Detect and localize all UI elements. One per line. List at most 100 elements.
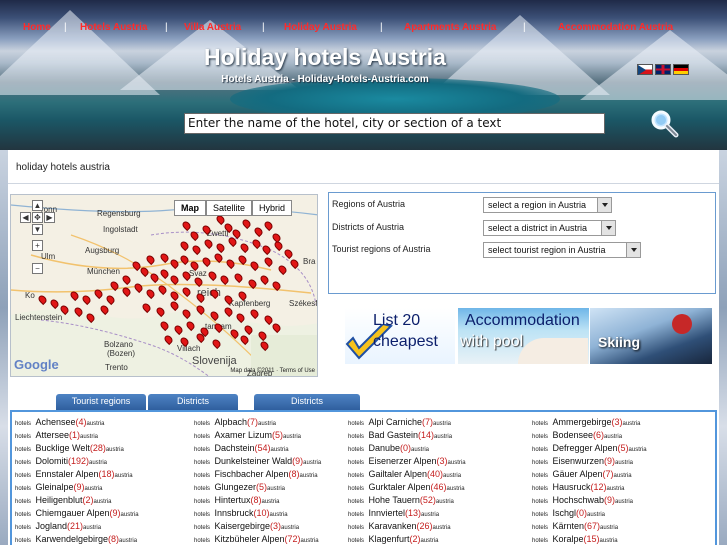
map-label: Ulm xyxy=(41,252,56,261)
list-item-name: Fischbacher Alpen xyxy=(214,469,289,479)
skiing-banner[interactable]: Skiing xyxy=(590,308,712,364)
zoom-out-icon[interactable]: − xyxy=(32,263,43,274)
pan-right-icon[interactable]: ▶ xyxy=(44,212,55,223)
tourist-regions-label: Tourist regions of Austria xyxy=(332,244,431,254)
tab-districts[interactable]: Districts xyxy=(148,394,238,410)
nav-home[interactable]: Home xyxy=(23,22,51,33)
list-item-suffix: austria xyxy=(300,538,319,544)
map-widget[interactable]: Regensburg Ingolstadt Augsburg München U… xyxy=(10,194,318,377)
list-item-name: Gleinalpe xyxy=(35,482,74,492)
nav-accommodation-austria[interactable]: Accommodation Austria xyxy=(558,22,673,33)
list-item-name: Attersee xyxy=(35,430,69,440)
list-item-prefix: hotels xyxy=(348,538,365,544)
list-item-count: (5) xyxy=(617,443,629,453)
list-item-name: Innviertel xyxy=(368,508,405,518)
nav-separator: | xyxy=(262,21,265,33)
breadcrumb: holiday hotels austria xyxy=(16,162,110,173)
nav-hotels-austria[interactable]: Hotels Austria xyxy=(80,22,147,33)
region-select[interactable]: select a region in Austria xyxy=(483,197,612,213)
nav-holiday-austria[interactable]: Holiday Austria xyxy=(284,22,357,33)
list-item-count: (8) xyxy=(250,495,262,505)
list-item[interactable]: hotels Koralpe(15)austria xyxy=(532,531,647,544)
zoom-in-icon[interactable]: + xyxy=(32,240,43,251)
list-item-name: Kärnten xyxy=(552,521,584,531)
districts-label: Districts of Austria xyxy=(332,222,405,232)
list-item-count: (3) xyxy=(436,456,448,466)
map-type-map-button[interactable]: Map xyxy=(174,200,206,216)
list-item-count: (13) xyxy=(405,508,422,518)
map-label: Bra xyxy=(303,257,316,266)
list-item[interactable]: hotels Kitzbüheler Alpen(72)austria xyxy=(194,531,321,544)
list-item-name: Hausruck xyxy=(552,482,591,492)
list-item-name: Koralpe xyxy=(552,534,584,544)
map-type-hybrid-button[interactable]: Hybrid xyxy=(252,200,293,216)
map-label: Bolzano xyxy=(104,340,133,349)
page-subtitle: Hotels Austria - Holiday-Hotels-Austria.… xyxy=(221,74,429,85)
chevron-down-icon xyxy=(606,226,612,230)
list-item-name: Kaisergebirge xyxy=(214,521,271,531)
pan-down-icon[interactable]: ▼ xyxy=(32,224,43,235)
list-item-count: (0) xyxy=(400,443,411,453)
czech-flag-icon[interactable] xyxy=(637,64,653,75)
list-item-count: (9) xyxy=(292,456,304,466)
list-item-name: Bad Gastein xyxy=(368,430,418,440)
list-item-count: (28) xyxy=(89,443,106,453)
list-item-count: (26) xyxy=(416,521,433,531)
map-type-switcher: Map Satellite Hybrid xyxy=(174,200,293,216)
list-item[interactable]: hotels Klagenfurt(2)austria xyxy=(348,531,466,544)
main-content: holiday hotels austria Regensburg Ingols… xyxy=(8,150,719,545)
pool-banner[interactable]: Accommodation with pool xyxy=(458,308,589,364)
search-input[interactable]: Enter the name of the hotel, city or sec… xyxy=(184,113,605,134)
list-item-count: (7) xyxy=(422,417,433,427)
pan-center-icon[interactable]: ✥ xyxy=(32,212,43,223)
list-item-name: Innsbruck xyxy=(214,508,254,518)
list-item-prefix: hotels xyxy=(532,538,549,544)
skiing-banner-label: Skiing xyxy=(598,334,641,350)
list-item-suffix: austria xyxy=(622,421,641,427)
list-item-suffix: austria xyxy=(114,473,133,479)
list-item-count: (8) xyxy=(288,469,300,479)
map-label: Slovenija xyxy=(192,355,237,367)
list-item-count: (10) xyxy=(253,508,270,518)
tab-tourist-regions[interactable]: Tourist regions xyxy=(56,394,146,410)
nav-apartments-austria[interactable]: Apartments Austria xyxy=(404,22,496,33)
magnifier-icon[interactable] xyxy=(648,107,680,139)
site-header: Home | Hotels Austria | Villa Austria | … xyxy=(0,0,727,150)
list-item-prefix: hotels xyxy=(194,538,211,544)
list-item-count: (2) xyxy=(409,534,421,544)
tourist-region-select[interactable]: select tourist region in Austria xyxy=(483,242,641,258)
nav-villa-austria[interactable]: Villa Austria xyxy=(184,22,241,33)
uk-flag-icon[interactable] xyxy=(655,64,671,75)
list-item-suffix: austria xyxy=(434,434,453,440)
regions-label: Regions of Austria xyxy=(332,199,406,209)
tab-bar: Tourist regions Districts Districts xyxy=(56,394,360,410)
map-copyright[interactable]: Map data ©2011 · Terms of Use xyxy=(230,368,315,374)
list-item-name: Danube xyxy=(368,443,400,453)
district-select[interactable]: select a district in Austria xyxy=(483,220,616,236)
list-item-name: Ammergebirge xyxy=(552,417,612,427)
pan-left-icon[interactable]: ◀ xyxy=(20,212,31,223)
list-item-count: (14) xyxy=(418,430,435,440)
list-item[interactable]: hotels Karwendelgebirge(8)austria xyxy=(15,531,139,544)
list-item-count: (8) xyxy=(108,534,120,544)
list-item-count: (72) xyxy=(284,534,301,544)
list-item-count: (54) xyxy=(254,443,271,453)
list-item-name: Glungezer xyxy=(214,482,256,492)
list-item-name: Jogland xyxy=(35,521,67,531)
list-item-count: (9) xyxy=(604,495,615,505)
page-title: Holiday hotels Austria xyxy=(204,44,446,70)
list-item-count: (15) xyxy=(583,534,600,544)
list-item-count: (9) xyxy=(604,456,615,466)
list-item-count: (7) xyxy=(247,417,258,427)
list-item-name: Hohe Tauern xyxy=(368,495,420,505)
list-item-count: (12) xyxy=(590,482,607,492)
pan-up-icon[interactable]: ▲ xyxy=(32,200,43,211)
map-type-satellite-button[interactable]: Satellite xyxy=(206,200,253,216)
region-selector-panel: Regions of Austria select a region in Au… xyxy=(328,192,716,294)
list-item-name: Chiemgauer Alpen xyxy=(35,508,110,518)
cheapest-banner[interactable]: List 20 cheapest xyxy=(345,308,455,364)
list-item-name: Gailtaler Alpen xyxy=(368,469,428,479)
list-item-count: (5) xyxy=(256,482,267,492)
german-flag-icon[interactable] xyxy=(673,64,689,75)
tab-districts-2[interactable]: Districts xyxy=(254,394,360,410)
